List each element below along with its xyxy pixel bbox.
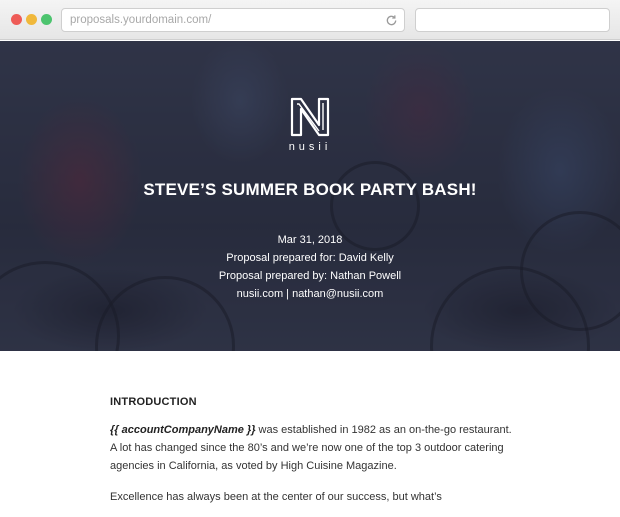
address-bar-text: proposals.yourdomain.com/	[70, 14, 212, 26]
nusii-logo-icon	[290, 97, 330, 137]
logo-wordmark: nusii	[288, 141, 332, 153]
search-field[interactable]	[415, 8, 610, 32]
browser-chrome: proposals.yourdomain.com/	[0, 0, 620, 40]
hero-banner: nusii STEVE’S SUMMER BOOK PARTY BASH! Ma…	[0, 41, 620, 351]
proposal-date: Mar 31, 2018	[277, 234, 343, 246]
address-bar[interactable]: proposals.yourdomain.com/	[61, 8, 405, 32]
second-paragraph: Excellence has always been at the center…	[110, 491, 442, 503]
minimize-window-button[interactable]	[26, 14, 37, 25]
prepared-by: Proposal prepared by: Nathan Powell	[218, 270, 402, 282]
close-window-button[interactable]	[11, 14, 22, 25]
intro-paragraph: {{ accountCompanyName }} was established…	[110, 421, 520, 475]
prepared-for: Proposal prepared for: David Kelly	[226, 252, 394, 264]
proposal-title: STEVE’S SUMMER BOOK PARTY BASH!	[143, 180, 477, 199]
company-name-variable: {{ accountCompanyName }}	[110, 424, 256, 436]
proposal-meta: Mar 31, 2018 Proposal prepared for: Davi…	[0, 231, 620, 303]
proposal-body: INTRODUCTION {{ accountCompanyName }} wa…	[110, 396, 520, 506]
contact-info: nusii.com | nathan@nusii.com	[236, 288, 384, 300]
maximize-window-button[interactable]	[41, 14, 52, 25]
reload-icon[interactable]	[385, 14, 398, 27]
section-heading: INTRODUCTION	[110, 396, 197, 408]
